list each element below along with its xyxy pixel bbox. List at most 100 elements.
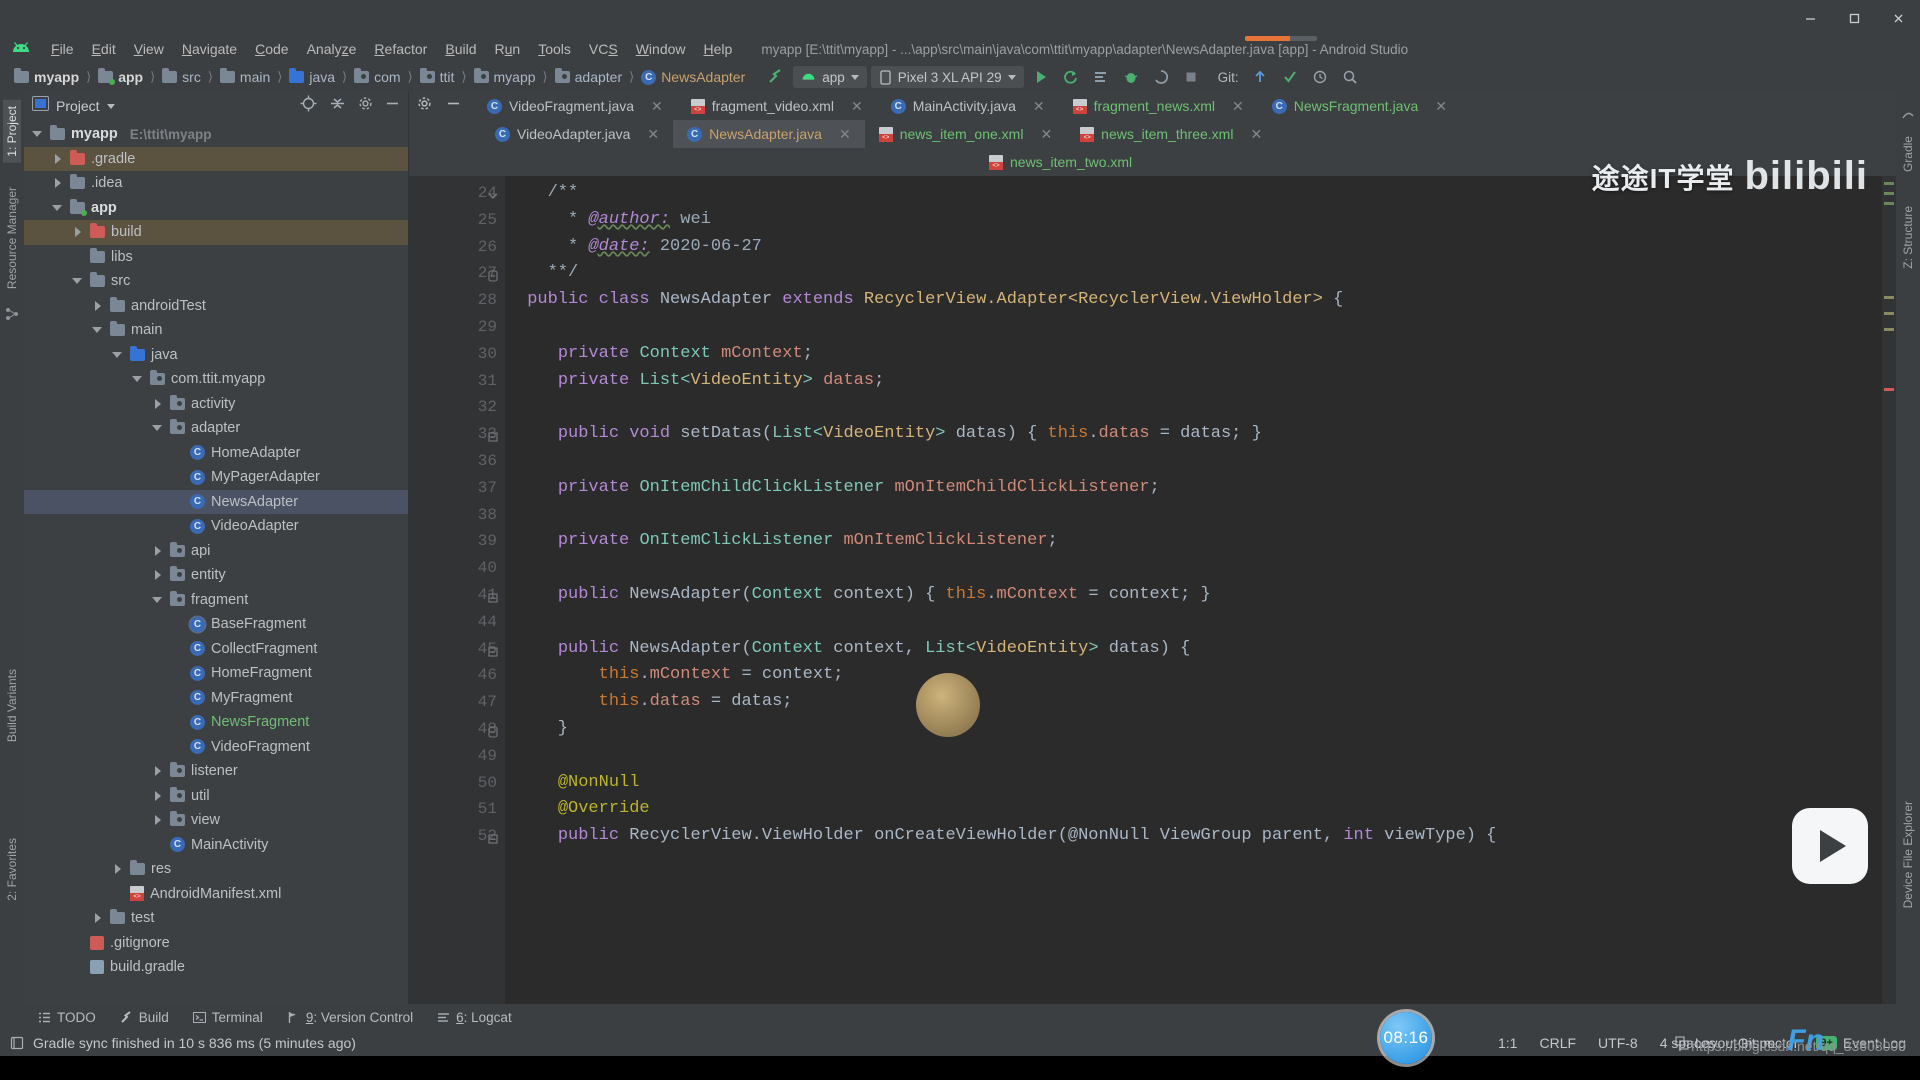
menu-file[interactable]: File xyxy=(42,39,83,59)
line-number[interactable]: 50 xyxy=(409,770,505,797)
toolwindow-build[interactable]: Build xyxy=(120,1010,169,1025)
editor-tab[interactable]: fragment_video.xml ✕ xyxy=(677,92,877,120)
tree-node[interactable]: androidTest xyxy=(24,294,408,319)
tree-node[interactable]: build.gradle xyxy=(24,955,408,980)
sidebar-item-structure[interactable]: Z: Structure xyxy=(1899,200,1917,275)
code-line[interactable]: this.mContext = context; xyxy=(505,662,1882,689)
tree-node[interactable]: test xyxy=(24,906,408,931)
tree-expand-arrow-icon[interactable] xyxy=(92,300,104,312)
module-selector[interactable]: app xyxy=(793,66,867,88)
editor-tab[interactable]: C MainActivity.java ✕ xyxy=(877,92,1059,120)
tree-expand-arrow-icon[interactable] xyxy=(152,545,164,557)
menu-navigate[interactable]: Navigate xyxy=(173,39,246,59)
tree-node[interactable]: java xyxy=(24,343,408,368)
code-line[interactable] xyxy=(505,609,1882,636)
sidebar-item-device-file-explorer[interactable]: Device File Explorer xyxy=(1899,795,1917,914)
editor-tab[interactable]: fragment_news.xml ✕ xyxy=(1059,92,1258,120)
line-number[interactable]: 39 xyxy=(409,528,505,555)
fold-marker-icon[interactable] xyxy=(487,430,499,442)
tree-expand-arrow-icon[interactable] xyxy=(152,569,164,581)
tree-expand-arrow-icon[interactable] xyxy=(52,177,64,189)
editor-tab[interactable]: C VideoAdapter.java ✕ xyxy=(481,120,673,148)
code-line[interactable] xyxy=(505,502,1882,529)
hide-panel-icon[interactable] xyxy=(385,96,400,116)
tree-node[interactable]: adapter xyxy=(24,416,408,441)
code-line[interactable]: **/ xyxy=(505,260,1882,287)
menu-window[interactable]: Window xyxy=(627,39,695,59)
stop-button[interactable] xyxy=(1178,65,1204,89)
status-message[interactable]: Gradle sync finished in 10 s 836 ms (5 m… xyxy=(33,1035,356,1051)
editor-tab[interactable]: C VideoFragment.java ✕ xyxy=(473,92,677,120)
close-tab-icon[interactable]: ✕ xyxy=(651,98,663,115)
editor-tab[interactable]: news_item_two.xml xyxy=(975,148,1146,176)
menu-build[interactable]: Build xyxy=(436,39,485,59)
line-number[interactable]: 28 xyxy=(409,287,505,314)
fold-marker-icon[interactable] xyxy=(487,189,499,201)
tree-expand-arrow-icon[interactable] xyxy=(32,128,44,140)
breadcrumb-main[interactable]: main xyxy=(216,68,274,86)
project-tree[interactable]: myapp E:\ttit\myapp .gradle .idea app build li… xyxy=(24,120,408,1004)
editor-tab[interactable]: news_item_one.xml ✕ xyxy=(865,120,1066,148)
code-line[interactable]: public NewsAdapter(Context context) { th… xyxy=(505,582,1882,609)
debug-button[interactable] xyxy=(1118,65,1144,89)
breadcrumb-ttit[interactable]: ttit xyxy=(416,68,459,86)
tree-node[interactable]: C VideoAdapter xyxy=(24,514,408,539)
code-line[interactable]: @Override xyxy=(505,796,1882,823)
tree-node[interactable]: AndroidManifest.xml xyxy=(24,882,408,907)
device-selector[interactable]: Pixel 3 XL API 29 xyxy=(870,66,1024,88)
close-button[interactable] xyxy=(1876,0,1920,36)
tree-expand-arrow-icon[interactable] xyxy=(72,275,84,287)
toolwindow-version-control[interactable]: 9: Version Control xyxy=(287,1010,413,1025)
tree-node[interactable]: entity xyxy=(24,563,408,588)
line-number[interactable]: 51 xyxy=(409,796,505,823)
code-line[interactable] xyxy=(505,555,1882,582)
sidebar-item-resource-manager[interactable]: Resource Manager xyxy=(3,181,21,295)
breadcrumb-myapp[interactable]: myapp xyxy=(10,68,83,86)
tree-expand-arrow-icon[interactable] xyxy=(152,814,164,826)
code-editor[interactable]: 24 25 26 27 28 29 30 31 32 33 36 37 38 39 40 41 44 45 46 47… xyxy=(409,176,1896,1004)
run-button[interactable] xyxy=(1028,65,1054,89)
project-panel-settings-icon[interactable] xyxy=(358,96,373,116)
code-line[interactable] xyxy=(505,314,1882,341)
tree-node[interactable]: .gradle xyxy=(24,146,408,171)
hide-editor-tabs-icon[interactable] xyxy=(446,96,461,116)
tree-expand-arrow-icon[interactable] xyxy=(112,863,124,875)
close-tab-icon[interactable]: ✕ xyxy=(851,98,863,115)
tree-node[interactable]: C VideoFragment xyxy=(24,735,408,760)
tree-node[interactable]: api xyxy=(24,539,408,564)
close-tab-icon[interactable]: ✕ xyxy=(839,126,851,143)
code-line[interactable]: private OnItemChildClickListener mOnItem… xyxy=(505,475,1882,502)
code-line[interactable]: public NewsAdapter(Context context, List… xyxy=(505,636,1882,663)
line-number[interactable]: 31 xyxy=(409,368,505,395)
code-line[interactable]: @NonNull xyxy=(505,770,1882,797)
tree-expand-arrow-icon[interactable] xyxy=(52,153,64,165)
sidebar-item-favorites[interactable]: 2: Favorites xyxy=(3,832,21,907)
tree-node[interactable]: build xyxy=(24,220,408,245)
tree-node[interactable]: .idea xyxy=(24,171,408,196)
line-number[interactable]: 49 xyxy=(409,743,505,770)
menu-view[interactable]: View xyxy=(125,39,173,59)
line-number[interactable]: 47 xyxy=(409,689,505,716)
menu-tools[interactable]: Tools xyxy=(529,39,580,59)
breadcrumb-newsadapter[interactable]: C NewsAdapter xyxy=(637,68,749,86)
tree-expand-arrow-icon[interactable] xyxy=(152,765,164,777)
line-number-gutter[interactable]: 24 25 26 27 28 29 30 31 32 33 36 37 38 39 40 41 44 45 46 47… xyxy=(409,176,505,1004)
tree-node[interactable]: view xyxy=(24,808,408,833)
toolwindow-todo[interactable]: TODO xyxy=(38,1010,96,1025)
line-separator[interactable]: CRLF xyxy=(1539,1035,1576,1051)
file-encoding[interactable]: UTF-8 xyxy=(1598,1035,1638,1051)
code-line[interactable]: private OnItemClickListener mOnItemClick… xyxy=(505,528,1882,555)
code-line[interactable]: /** xyxy=(505,180,1882,207)
line-number[interactable]: 38 xyxy=(409,502,505,529)
breadcrumb-com[interactable]: com xyxy=(350,68,404,86)
tree-node[interactable]: res xyxy=(24,857,408,882)
close-tab-icon[interactable]: ✕ xyxy=(1250,126,1262,143)
structure-icon[interactable] xyxy=(3,305,21,323)
tree-node[interactable]: myapp E:\ttit\myapp xyxy=(24,122,408,147)
menu-run[interactable]: Run xyxy=(486,39,530,59)
gear-icon[interactable] xyxy=(417,96,432,116)
line-number[interactable]: 30 xyxy=(409,341,505,368)
line-number[interactable]: 40 xyxy=(409,555,505,582)
close-tab-icon[interactable]: ✕ xyxy=(1232,98,1244,115)
code-line[interactable]: public RecyclerView.ViewHolder onCreateV… xyxy=(505,823,1882,850)
